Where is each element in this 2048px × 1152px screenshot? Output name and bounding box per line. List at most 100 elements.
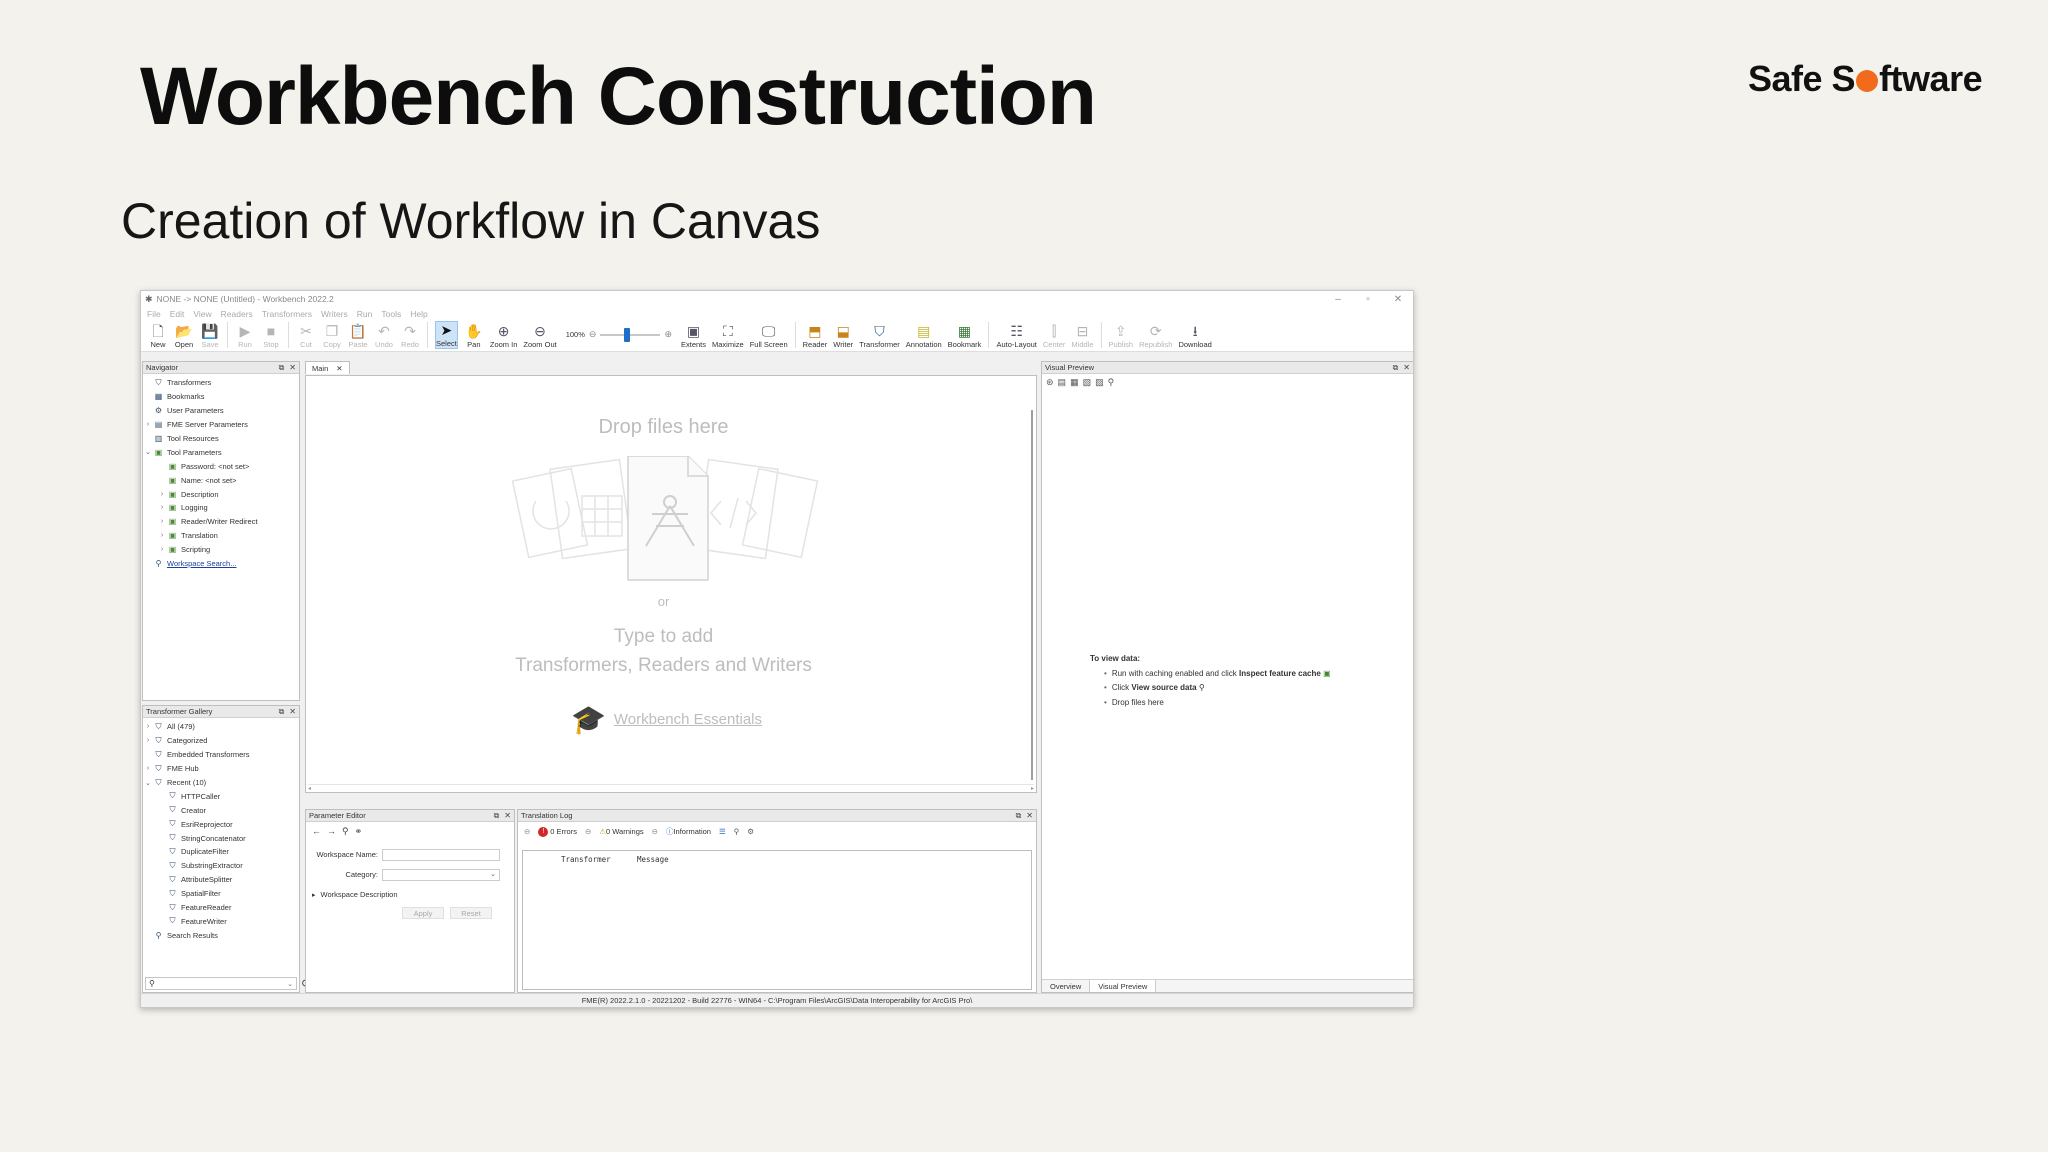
menu-transformers[interactable]: Transformers [262, 309, 312, 319]
float-icon[interactable]: ⧉ [494, 811, 500, 821]
tab-main[interactable]: Main ✕ [305, 361, 350, 374]
close-icon[interactable]: ✕ [1403, 363, 1410, 373]
redo-button[interactable]: ↷ Redo [400, 323, 420, 349]
scroll-right-icon[interactable]: ▸ [1031, 785, 1034, 792]
publish-button[interactable]: ⇪ Publish [1109, 323, 1134, 349]
inspect-icon[interactable]: ⊛ [1046, 377, 1054, 388]
warnings-filter[interactable]: ⚠0 Warnings [599, 827, 643, 836]
apply-button[interactable]: Apply [402, 907, 444, 919]
forward-arrow-icon[interactable]: → [327, 826, 336, 837]
menu-help[interactable]: Help [410, 309, 427, 319]
back-arrow-icon[interactable]: ← [312, 826, 321, 837]
zoom-minus-icon[interactable]: ⊖ [589, 329, 597, 340]
zoom-out-button[interactable]: ⊖ Zoom Out [523, 323, 556, 349]
find-icon[interactable]: ⚲ [734, 827, 740, 836]
view-source-icon[interactable]: ⚲ [1199, 683, 1205, 692]
chevron-down-icon[interactable]: ⌄ [143, 779, 153, 787]
bookmark-button[interactable]: ▦ Bookmark [948, 323, 982, 349]
split-view-icon[interactable]: ▨ [1095, 377, 1104, 388]
gallery-item-duplicatefilter[interactable]: ⛉ DuplicateFilter [143, 845, 299, 859]
gallery-item-categorized[interactable]: › ⛉ Categorized [143, 734, 299, 748]
close-icon[interactable]: ✕ [1383, 294, 1413, 305]
nav-item-tool-resources[interactable]: ▥ Tool Resources [143, 432, 299, 446]
gallery-item-esrireprojector[interactable]: ⛉ EsriReprojector [143, 817, 299, 831]
undo-button[interactable]: ↶ Undo [374, 323, 394, 349]
close-tab-icon[interactable]: ✕ [336, 364, 342, 373]
gallery-item-fme-hub[interactable]: › ⛉ FME Hub [143, 762, 299, 776]
gallery-item-attributesplitter[interactable]: ⛉ AttributeSplitter [143, 873, 299, 887]
workbench-essentials-link[interactable]: 🎓 Workbench Essentials [571, 703, 762, 736]
menu-readers[interactable]: Readers [221, 309, 253, 319]
nav-item-tool-parameters[interactable]: ⌄ ▣ Tool Parameters [143, 445, 299, 459]
menu-view[interactable]: View [193, 309, 211, 319]
chevron-right-icon[interactable]: › [157, 518, 167, 525]
copy-button[interactable]: ❐ Copy [322, 323, 342, 349]
chevron-down-icon[interactable]: ⌄ [287, 980, 293, 988]
filter-icon[interactable]: ⊖ [585, 827, 591, 836]
reset-button[interactable]: Reset [450, 907, 492, 919]
run-button[interactable]: ▶ Run [235, 323, 255, 349]
minimize-icon[interactable]: – [1323, 294, 1353, 305]
nav-item-fme-server-parameters[interactable]: › ▤ FME Server Parameters [143, 418, 299, 432]
gallery-item-all[interactable]: › ⛉ All (479) [143, 720, 299, 734]
nav-item-bookmarks[interactable]: ▦ Bookmarks [143, 390, 299, 404]
close-icon[interactable]: ✕ [289, 707, 296, 717]
scroll-left-icon[interactable]: ◂ [308, 785, 311, 792]
gallery-item-featurewriter[interactable]: ⛉ FeatureWriter [143, 914, 299, 928]
grid-view-icon[interactable]: ▦ [1070, 377, 1079, 388]
open-button[interactable]: 📂 Open [174, 323, 194, 349]
writer-button[interactable]: ⬓ Writer [833, 323, 853, 349]
float-icon[interactable]: ⧉ [279, 707, 285, 717]
workspace-search-link[interactable]: Workspace Search... [167, 559, 236, 568]
nav-item-description[interactable]: › ▣ Description [143, 487, 299, 501]
link-icon[interactable]: ⚭ [355, 826, 363, 837]
workspace-canvas[interactable]: Drop files here or Type to add Transform… [305, 375, 1037, 793]
cut-button[interactable]: ✂ Cut [296, 323, 316, 349]
chevron-right-icon[interactable]: › [143, 723, 153, 730]
chevron-right-icon[interactable]: › [157, 491, 167, 498]
gallery-search-input[interactable]: ⚲ ⌄ [145, 977, 297, 990]
settings-gear-icon[interactable]: ⚙ [747, 827, 754, 836]
download-button[interactable]: ⭳ Download [1178, 323, 1211, 349]
nav-item-workspace-search[interactable]: ⚲ Workspace Search... [143, 557, 299, 571]
inspect-cache-icon[interactable]: ▣ [1323, 669, 1331, 678]
annotation-button[interactable]: ▤ Annotation [906, 323, 942, 349]
workspace-description-toggle[interactable]: ▸ Workspace Description [312, 890, 398, 899]
pan-button[interactable]: ✋ Pan [464, 323, 484, 349]
errors-filter[interactable]: ! 0 Errors [538, 826, 577, 837]
close-icon[interactable]: ✕ [504, 811, 511, 821]
view-source-icon[interactable]: ⚲ [1108, 377, 1115, 388]
search-icon[interactable]: ⚲ [342, 826, 349, 837]
vertical-scrollbar[interactable] [1031, 410, 1033, 780]
gallery-item-featurereader[interactable]: ⛉ FeatureReader [143, 901, 299, 915]
gallery-item-creator[interactable]: ⛉ Creator [143, 803, 299, 817]
filter-icon[interactable]: ⊖ [652, 827, 658, 836]
transformer-button[interactable]: ⛉ Transformer [859, 323, 900, 349]
float-icon[interactable]: ⧉ [1016, 811, 1022, 821]
tab-visual-preview[interactable]: Visual Preview [1089, 980, 1157, 992]
close-icon[interactable]: ✕ [289, 363, 296, 373]
horizontal-scrollbar[interactable]: ◂ ▸ [308, 784, 1034, 792]
chevron-right-icon[interactable]: › [143, 421, 153, 428]
gallery-item-stringconcatenator[interactable]: ⛉ StringConcatenator [143, 831, 299, 845]
chevron-right-icon[interactable]: › [157, 532, 167, 539]
paste-button[interactable]: 📋 Paste [348, 323, 368, 349]
workspace-name-field[interactable] [382, 849, 500, 861]
maximize-button[interactable]: ⛶ Maximize [712, 323, 744, 349]
menu-tools[interactable]: Tools [381, 309, 401, 319]
gallery-item-embedded[interactable]: ⛉ Embedded Transformers [143, 748, 299, 762]
zoom-slider[interactable]: 100% ⊖ ⊕ [566, 327, 672, 342]
stop-button[interactable]: ■ Stop [261, 323, 281, 349]
zoom-in-button[interactable]: ⊕ Zoom In [490, 323, 518, 349]
nav-item-reader-writer-redirect[interactable]: › ▣ Reader/Writer Redirect [143, 515, 299, 529]
zoom-plus-icon[interactable]: ⊕ [664, 329, 672, 340]
gallery-item-search-results[interactable]: ⚲ Search Results [143, 928, 299, 942]
filter-icon[interactable]: ⊖ [524, 827, 530, 836]
menu-writers[interactable]: Writers [321, 309, 348, 319]
chevron-right-icon[interactable]: › [157, 546, 167, 553]
gallery-item-recent[interactable]: ⌄ ⛉ Recent (10) [143, 776, 299, 790]
extents-button[interactable]: ▣ Extents [681, 323, 706, 349]
gallery-item-spatialfilter[interactable]: ⛉ SpatialFilter [143, 887, 299, 901]
nav-item-translation[interactable]: › ▣ Translation [143, 529, 299, 543]
auto-layout-button[interactable]: ☷ Auto-Layout [996, 323, 1036, 349]
